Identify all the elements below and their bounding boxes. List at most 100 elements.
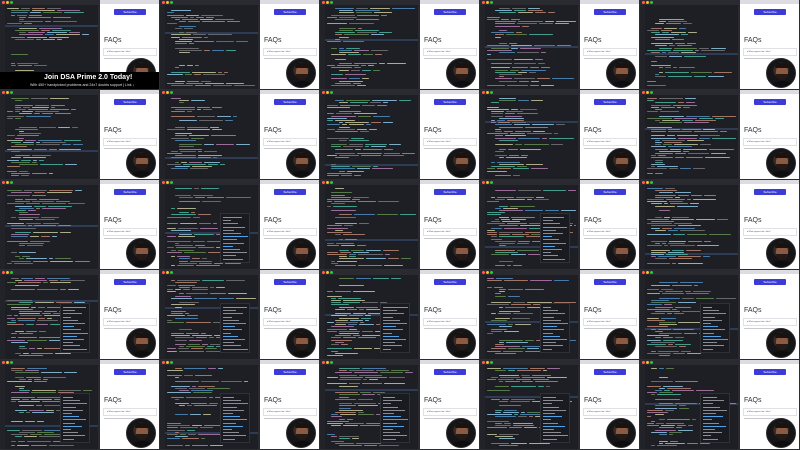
video-thumbnail[interactable]: Subscribe FAQs ▸ What payment do I take? (0, 360, 160, 450)
video-thumbnail[interactable]: Subscribe FAQs ▸ What payment do I take? (480, 0, 640, 90)
faq-item[interactable]: ▸ What payment do I take? (103, 228, 157, 236)
code-token (11, 12, 28, 14)
video-thumbnail[interactable]: Subscribe FAQs ▸ What payment do I take? (640, 360, 800, 450)
faq-item[interactable]: ▸ What payment do I take? (103, 138, 157, 146)
video-thumbnail[interactable]: Subscribe FAQs ▸ What payment do I take? (320, 360, 480, 450)
video-thumbnail[interactable]: Subscribe FAQs ▸ What payment do I take? (480, 270, 640, 360)
subscribe-button[interactable]: Subscribe (754, 189, 786, 195)
code-token (400, 214, 416, 216)
code-token (506, 157, 527, 159)
faq-item[interactable]: ▸ What payment do I take? (263, 138, 317, 146)
video-thumbnail[interactable]: Subscribe FAQs ▸ What payment do I take? (640, 90, 800, 180)
faq-item[interactable]: ▸ What payment do I take? (263, 48, 317, 56)
video-thumbnail[interactable]: Subscribe FAQs ▸ What payment do I take? (0, 180, 160, 270)
video-thumbnail[interactable]: Subscribe FAQs ▸ What payment do I take? (640, 0, 800, 90)
video-thumbnail[interactable]: Subscribe FAQs ▸ What payment do I take? (640, 180, 800, 270)
subscribe-button[interactable]: Subscribe (434, 369, 466, 375)
code-token (327, 199, 350, 200)
subscribe-button[interactable]: Subscribe (594, 279, 626, 285)
subscribe-button[interactable]: Subscribe (274, 99, 306, 105)
subscribe-button[interactable]: Subscribe (274, 369, 306, 375)
subscribe-button[interactable]: Subscribe (114, 9, 146, 15)
video-thumbnail[interactable]: Subscribe FAQs ▸ What payment do I take? (0, 90, 160, 180)
presenter-hair (295, 63, 309, 68)
code-token (47, 32, 67, 34)
subscribe-button[interactable]: Subscribe (754, 369, 786, 375)
faq-item[interactable]: ▸ What payment do I take? (583, 318, 637, 326)
video-thumbnail[interactable]: Subscribe FAQs ▸ What payment do I take? (160, 360, 320, 450)
faq-item[interactable]: ▸ What payment do I take? (423, 228, 477, 236)
subscribe-button[interactable]: Subscribe (274, 9, 306, 15)
subscribe-button[interactable]: Subscribe (434, 189, 466, 195)
faq-item[interactable]: ▸ What payment do I take? (263, 408, 317, 416)
subscribe-button[interactable]: Subscribe (114, 99, 146, 105)
subscribe-button[interactable]: Subscribe (594, 189, 626, 195)
video-thumbnail[interactable]: Subscribe FAQs ▸ What payment do I take? (480, 180, 640, 270)
video-thumbnail[interactable]: Subscribe FAQs ▸ What payment do I take? (160, 270, 320, 360)
video-thumbnail[interactable]: Subscribe FAQs ▸ What payment do I take? (320, 0, 480, 90)
video-thumbnail[interactable]: Subscribe FAQs ▸ What payment do I take? (480, 90, 640, 180)
faq-item[interactable]: ▸ What payment do I take? (583, 138, 637, 146)
subscribe-button[interactable]: Subscribe (754, 99, 786, 105)
code-token (651, 240, 667, 242)
video-thumbnail[interactable]: Subscribe FAQs ▸ What payment do I take? (160, 0, 320, 90)
subscribe-button[interactable]: Subscribe (434, 99, 466, 105)
subscribe-button[interactable]: Subscribe (274, 279, 306, 285)
faq-item[interactable]: ▸ What payment do I take? (743, 48, 797, 56)
subscribe-button[interactable]: Subscribe (434, 9, 466, 15)
presenter-avatar (606, 58, 636, 88)
subscribe-button[interactable]: Subscribe (114, 189, 146, 195)
code-token (365, 144, 387, 146)
code-token (343, 337, 356, 339)
video-thumbnail[interactable]: Subscribe FAQs ▸ What payment do I take? (320, 270, 480, 360)
browser-tab-bar (740, 90, 799, 94)
code-token (335, 308, 345, 310)
window-control-icon (326, 361, 329, 364)
video-thumbnail[interactable]: Subscribe FAQs ▸ What payment do I take? (480, 360, 640, 450)
promo-banner[interactable]: Join DSA Prime 2.0 Today! With 450+ handp… (0, 72, 159, 89)
video-thumbnail[interactable]: Subscribe FAQs ▸ What payment do I take? (320, 180, 480, 270)
faq-item[interactable]: ▸ What payment do I take? (103, 48, 157, 56)
subscribe-button[interactable]: Subscribe (594, 369, 626, 375)
video-thumbnail[interactable]: Subscribe FAQs ▸ What payment do I take? (640, 270, 800, 360)
code-token (11, 36, 25, 38)
faq-item[interactable]: ▸ What payment do I take? (423, 318, 477, 326)
video-thumbnail[interactable]: Subscribe FAQs ▸ What payment do I take? (160, 90, 320, 180)
code-token (651, 300, 669, 301)
faq-item[interactable]: ▸ What payment do I take? (743, 228, 797, 236)
faq-item[interactable]: ▸ What payment do I take? (103, 318, 157, 326)
code-token (11, 161, 30, 163)
subscribe-button[interactable]: Subscribe (274, 189, 306, 195)
subscribe-button[interactable]: Subscribe (594, 99, 626, 105)
code-token (487, 304, 509, 306)
faq-item[interactable]: ▸ What payment do I take? (423, 48, 477, 56)
code-token (369, 379, 378, 380)
code-token (327, 243, 334, 244)
code-token (11, 319, 16, 321)
faq-item[interactable]: ▸ What payment do I take? (743, 318, 797, 326)
subscribe-button[interactable]: Subscribe (754, 9, 786, 15)
subscribe-button[interactable]: Subscribe (754, 279, 786, 285)
faq-item[interactable]: ▸ What payment do I take? (583, 408, 637, 416)
faq-item[interactable]: ▸ What payment do I take? (103, 408, 157, 416)
faq-item[interactable]: ▸ What payment do I take? (583, 228, 637, 236)
subscribe-button[interactable]: Subscribe (114, 279, 146, 285)
subscribe-button[interactable]: Subscribe (594, 9, 626, 15)
code-token (676, 427, 682, 429)
subscribe-button[interactable]: Subscribe (114, 369, 146, 375)
video-thumbnail[interactable]: Subscribe FAQs ▸ What payment do I take? Jo… (0, 0, 160, 90)
subscribe-button[interactable]: Subscribe (434, 279, 466, 285)
faq-item[interactable]: ▸ What payment do I take? (263, 318, 317, 326)
faq-item[interactable]: ▸ What payment do I take? (423, 408, 477, 416)
video-thumbnail[interactable]: Subscribe FAQs ▸ What payment do I take? (0, 270, 160, 360)
faq-item[interactable]: ▸ What payment do I take? (423, 138, 477, 146)
faq-item[interactable]: ▸ What payment do I take? (743, 138, 797, 146)
video-thumbnail[interactable]: Subscribe FAQs ▸ What payment do I take? (160, 180, 320, 270)
faq-item[interactable]: ▸ What payment do I take? (583, 48, 637, 56)
video-thumbnail[interactable]: Subscribe FAQs ▸ What payment do I take? (320, 90, 480, 180)
code-token (655, 148, 668, 150)
code-token (37, 431, 54, 433)
faq-item[interactable]: ▸ What payment do I take? (743, 408, 797, 416)
panel-entry (63, 416, 79, 418)
faq-item[interactable]: ▸ What payment do I take? (263, 228, 317, 236)
